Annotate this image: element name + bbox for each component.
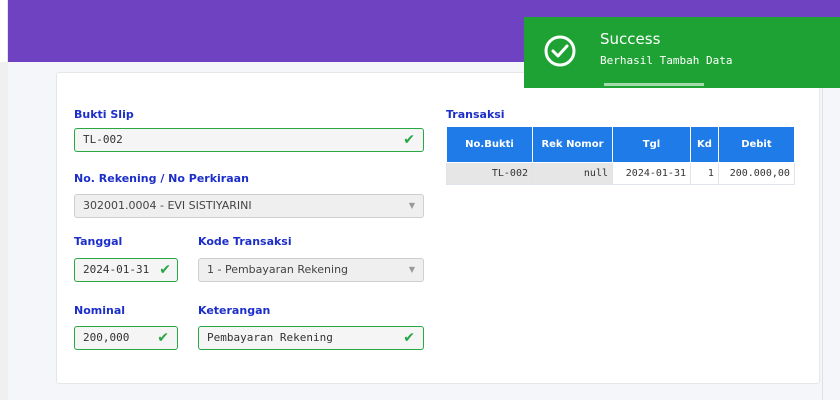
- cell-tgl: 2024-01-31: [612, 162, 691, 185]
- sidebar-trim: [0, 62, 8, 400]
- transaksi-title: Transaksi: [446, 108, 505, 121]
- col-tgl[interactable]: Tgl: [612, 126, 691, 163]
- table-row[interactable]: TL-002 null 2024-01-31 1 200.000,00: [446, 162, 795, 185]
- transaksi-table: No.Bukti Rek Nomor Tgl Kd Debit TL-002 n…: [446, 126, 795, 185]
- success-toast[interactable]: Success Berhasil Tambah Data: [524, 17, 840, 88]
- keterangan-value: Pembayaran Rekening: [207, 331, 333, 344]
- check-circle-icon: [544, 35, 576, 67]
- kode-transaksi-value: 1 - Pembayaran Rekening: [207, 263, 349, 276]
- toast-message: Berhasil Tambah Data: [600, 54, 733, 67]
- keterangan-input[interactable]: Pembayaran Rekening ✔: [198, 326, 424, 350]
- table-header-row: No.Bukti Rek Nomor Tgl Kd Debit: [446, 126, 795, 163]
- rekening-select[interactable]: 302001.0004 - EVI SISTIYARINI ▼: [74, 194, 424, 218]
- col-kd[interactable]: Kd: [690, 126, 719, 163]
- cell-no-bukti: TL-002: [446, 162, 533, 185]
- nominal-value: 200,000: [83, 331, 130, 344]
- valid-check-icon: ✔: [403, 132, 415, 148]
- valid-check-icon: ✔: [159, 262, 171, 278]
- cell-rek-nomor: null: [532, 162, 613, 185]
- col-no-bukti[interactable]: No.Bukti: [446, 126, 533, 163]
- valid-check-icon: ✔: [403, 330, 415, 346]
- bukti-slip-label: Bukti Slip: [74, 108, 134, 121]
- rekening-value: 302001.0004 - EVI SISTIYARINI: [83, 199, 252, 212]
- right-panel-edge: [822, 62, 840, 400]
- keterangan-label: Keterangan: [198, 304, 271, 317]
- col-debit[interactable]: Debit: [717, 126, 795, 163]
- bukti-slip-input[interactable]: TL-002 ✔: [74, 128, 424, 152]
- cell-kd: 1: [690, 162, 719, 185]
- chevron-down-icon: ▼: [408, 265, 415, 274]
- nominal-label: Nominal: [74, 304, 126, 317]
- chevron-down-icon: ▼: [408, 201, 415, 210]
- cell-debit: 200.000,00: [717, 162, 795, 185]
- left-sidebar-edge: [0, 0, 8, 400]
- col-rek-nomor[interactable]: Rek Nomor: [532, 126, 613, 163]
- tanggal-value: 2024-01-31: [83, 263, 150, 276]
- rekening-label: No. Rekening / No Perkiraan: [74, 172, 249, 185]
- kode-transaksi-label: Kode Transaksi: [198, 235, 292, 248]
- toast-progress-bar: [604, 83, 704, 86]
- toast-title: Success: [600, 30, 661, 48]
- tanggal-input[interactable]: 2024-01-31 ✔: [74, 258, 178, 282]
- kode-transaksi-select[interactable]: 1 - Pembayaran Rekening ▼: [198, 258, 424, 282]
- tanggal-label: Tanggal: [74, 235, 123, 248]
- nominal-input[interactable]: 200,000 ✔: [74, 326, 178, 350]
- valid-check-icon: ✔: [157, 330, 169, 346]
- bukti-slip-value: TL-002: [83, 133, 123, 146]
